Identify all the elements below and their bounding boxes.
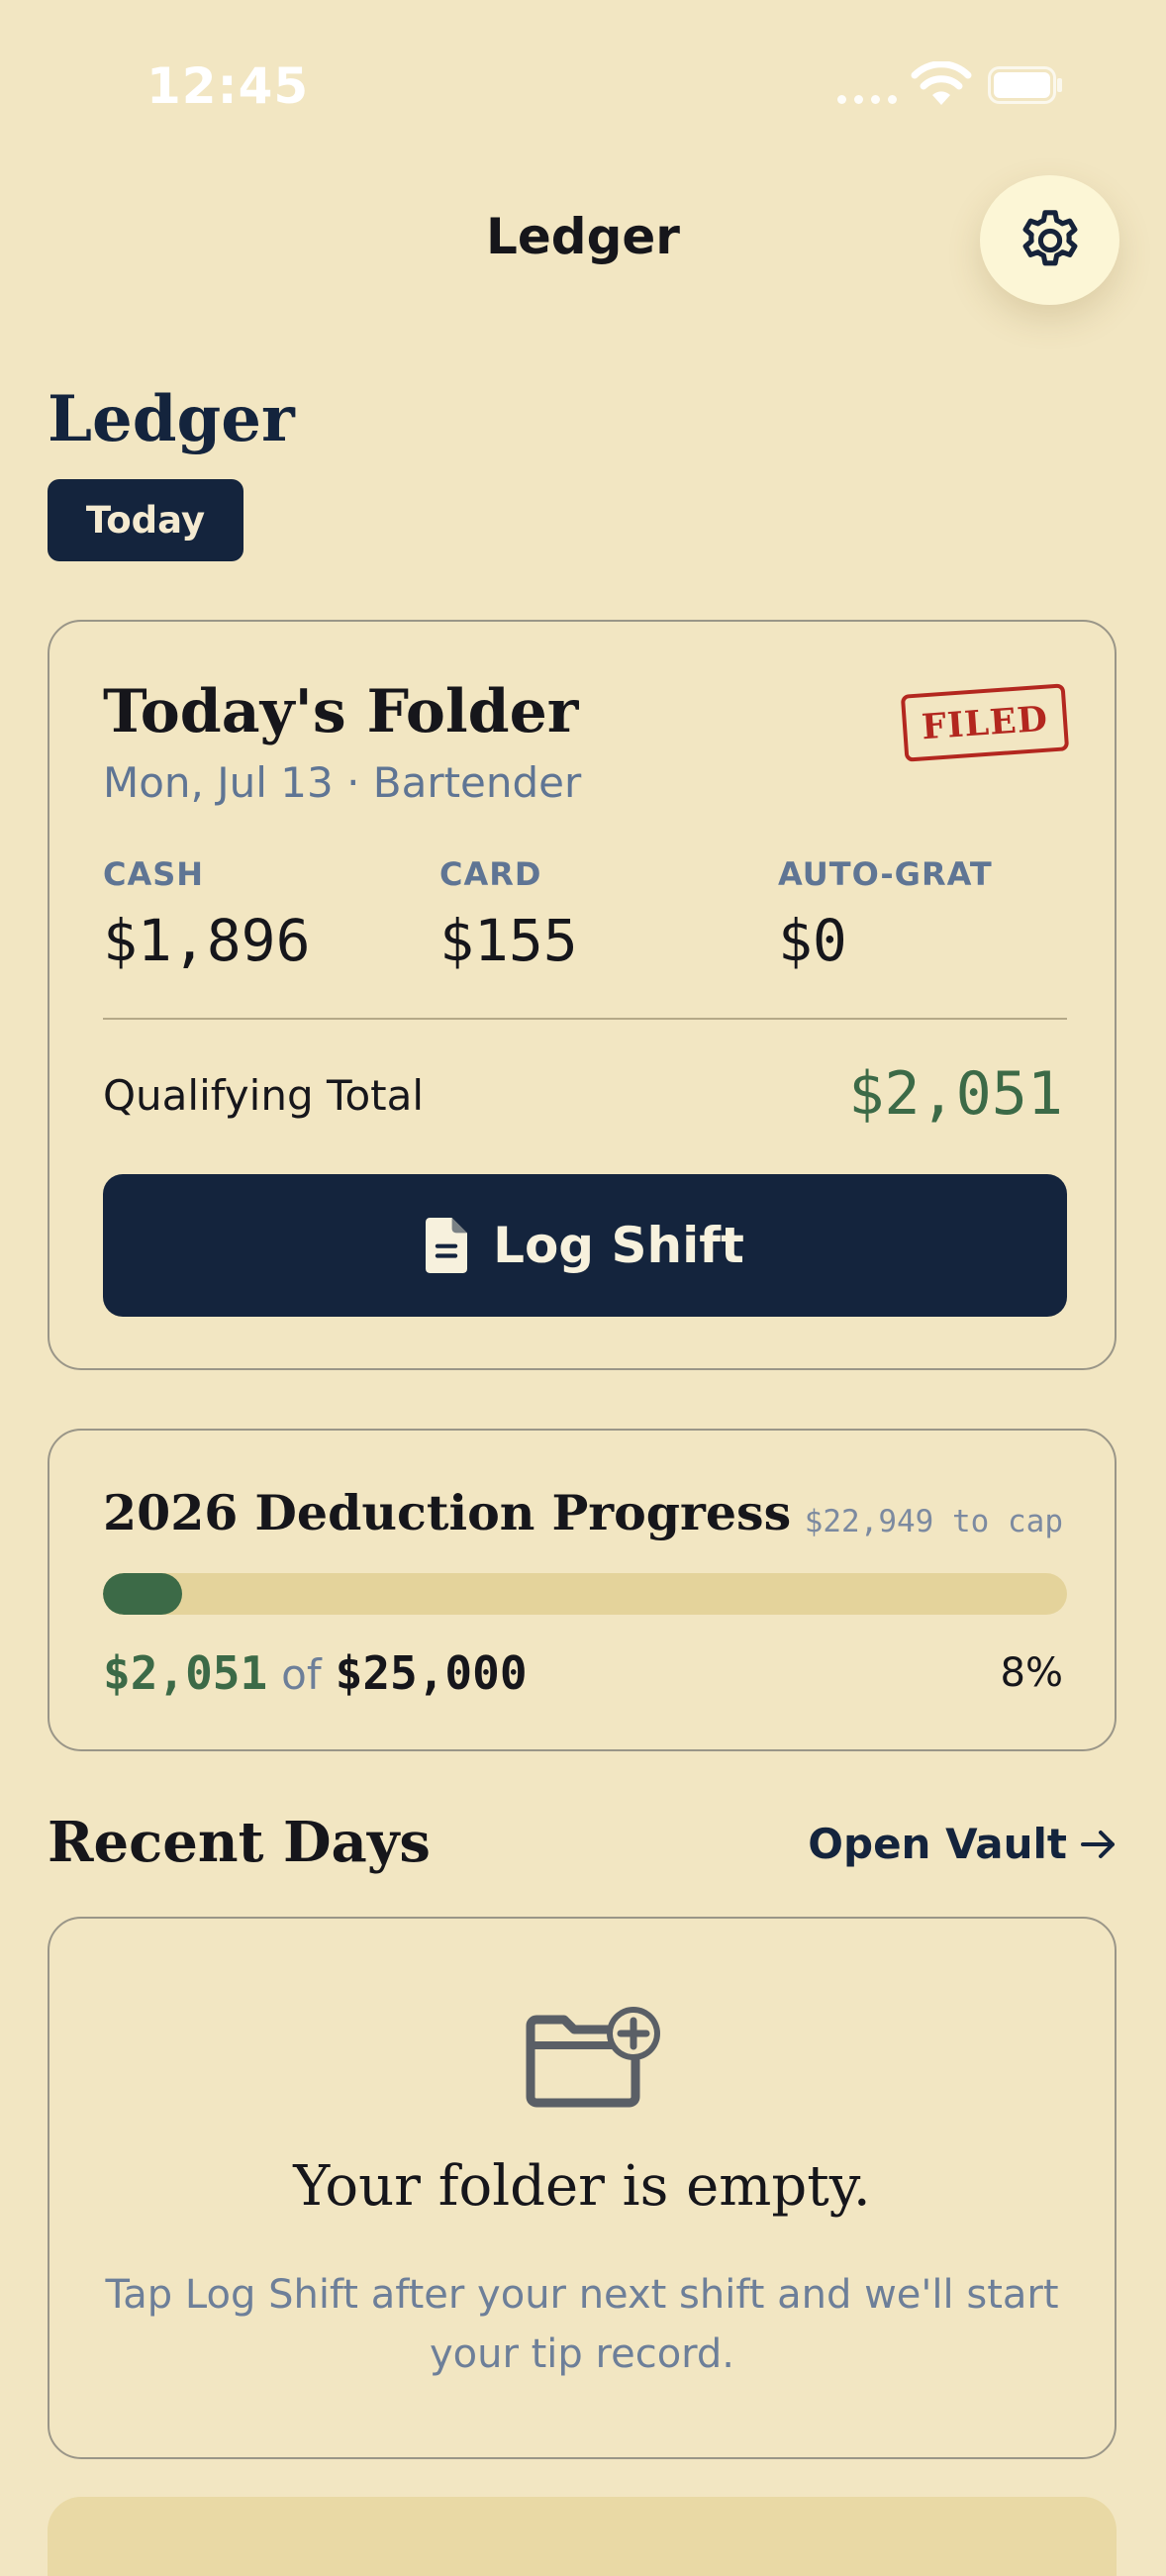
- progress-percent: 8%: [1000, 1650, 1063, 1696]
- progress-fill: [103, 1573, 182, 1615]
- qualifying-total-value: $2,051: [848, 1059, 1063, 1129]
- metric-value: $155: [439, 907, 578, 974]
- progress-of: of: [281, 1650, 322, 1699]
- next-card-peek: [48, 2497, 1117, 2576]
- folder-subtitle: Mon, Jul 13 · Bartender: [103, 758, 582, 807]
- today-chip[interactable]: Today: [48, 479, 243, 561]
- metric-value: $1,896: [103, 907, 311, 974]
- divider: [103, 1018, 1067, 1020]
- empty-state-description: Tap Log Shift after your next shift and …: [105, 2272, 1059, 2377]
- progress-cap: $25,000: [335, 1646, 528, 1700]
- deduction-progress-bar: [103, 1573, 1067, 1615]
- document-icon: [426, 1218, 468, 1273]
- deduction-title: 2026 Deduction Progress: [103, 1484, 792, 1541]
- status-time: 12:45: [146, 57, 310, 115]
- status-bar: 12:45: [0, 0, 1166, 168]
- to-cap-label: $22,949 to cap: [804, 1504, 1063, 1539]
- folder-plus-icon: [526, 2007, 660, 2108]
- empty-state-title: Your folder is empty.: [293, 2154, 871, 2219]
- qualifying-total-label: Qualifying Total: [103, 1071, 425, 1120]
- settings-button[interactable]: [980, 175, 1119, 305]
- gear-icon: [1022, 209, 1077, 265]
- folder-title: Today's Folder: [103, 677, 579, 746]
- recent-days-title: Recent Days: [48, 1810, 431, 1875]
- wifi-icon: [911, 61, 972, 105]
- metric-label: CASH: [103, 855, 205, 893]
- page-title: Ledger: [48, 382, 295, 456]
- metric-auto-grat: AUTO-GRAT $0: [778, 855, 993, 974]
- empty-state-card: Your folder is empty. Tap Log Shift afte…: [48, 1917, 1117, 2459]
- log-shift-label: Log Shift: [493, 1217, 744, 1274]
- metric-label: CARD: [439, 855, 542, 893]
- metric-card: CARD $155: [439, 855, 578, 974]
- todays-folder-card: Today's Folder Mon, Jul 13 · Bartender F…: [48, 620, 1117, 1370]
- filed-stamp: FILED: [900, 683, 1070, 762]
- metric-label: AUTO-GRAT: [778, 855, 993, 893]
- log-shift-button[interactable]: Log Shift: [103, 1174, 1067, 1317]
- progress-summary: $2,051 of $25,000: [103, 1646, 528, 1700]
- cellular-signal-icon: [837, 95, 897, 104]
- metric-cash: CASH $1,896: [103, 855, 311, 974]
- metric-value: $0: [778, 907, 847, 974]
- open-vault-label: Open Vault: [808, 1820, 1067, 1868]
- open-vault-link[interactable]: Open Vault: [808, 1820, 1118, 1868]
- deduction-progress-card: 2026 Deduction Progress $22,949 to cap $…: [48, 1429, 1117, 1751]
- battery-icon: [988, 66, 1062, 104]
- progress-amount: $2,051: [103, 1646, 268, 1700]
- arrow-right-icon: [1081, 1830, 1115, 1858]
